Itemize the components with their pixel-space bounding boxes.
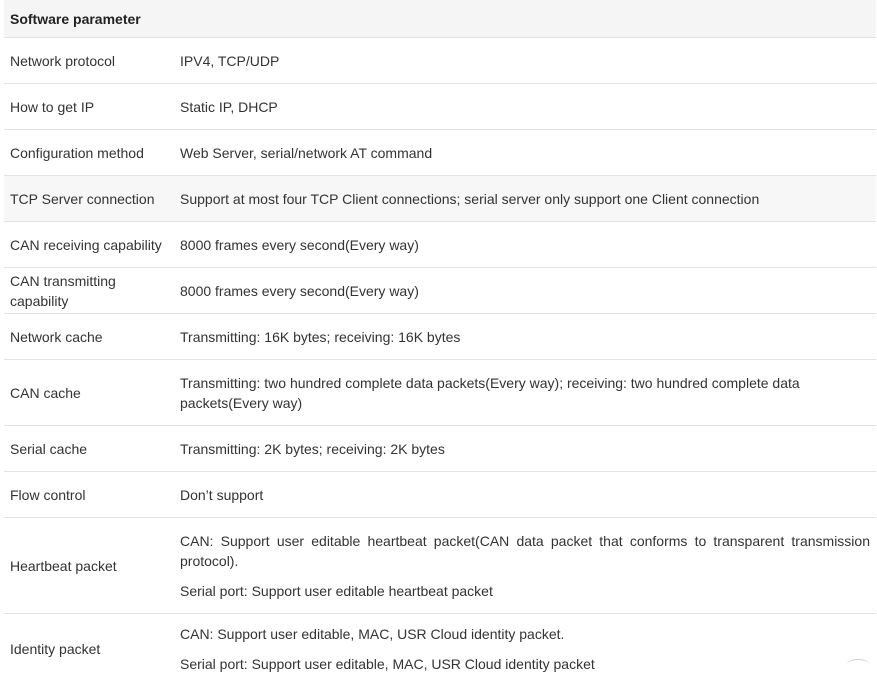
row-value: Support at most four TCP Client connecti… (174, 176, 876, 222)
row-value: IPV4, TCP/UDP (174, 38, 876, 84)
row-value: Transmitting: 16K bytes; receiving: 16K … (174, 314, 876, 360)
row-value: Transmitting: 2K bytes; receiving: 2K by… (174, 426, 876, 472)
row-label: Network protocol (4, 38, 174, 84)
row-label: How to get IP (4, 84, 174, 130)
table-row: Network cache Transmitting: 16K bytes; r… (4, 314, 876, 360)
table-row: TCP Server connection Support at most fo… (4, 176, 876, 222)
row-label: CAN cache (4, 360, 174, 426)
row-value: Don’t support (174, 472, 876, 518)
row-label: Flow control (4, 472, 174, 518)
row-label: CAN transmitting capability (4, 268, 174, 314)
row-label: Identity packet (4, 614, 174, 684)
row-label: Network cache (4, 314, 174, 360)
table-row: Identity packet CAN: Support user editab… (4, 614, 876, 684)
row-label: Configuration method (4, 130, 174, 176)
row-value: Transmitting: two hundred complete data … (174, 360, 876, 426)
table-row: CAN cache Transmitting: two hundred comp… (4, 360, 876, 426)
table-row: Network protocol IPV4, TCP/UDP (4, 38, 876, 84)
row-label: Heartbeat packet (4, 518, 174, 614)
table-row: Configuration method Web Server, serial/… (4, 130, 876, 176)
row-label: TCP Server connection (4, 176, 174, 222)
table-row: CAN transmitting capability 8000 frames … (4, 268, 876, 314)
software-parameter-table: Software parameter Network protocol IPV4… (4, 0, 876, 684)
table-header-row: Software parameter (4, 0, 876, 38)
row-label: CAN receiving capability (4, 222, 174, 268)
table-header: Software parameter (4, 0, 876, 38)
row-value: 8000 frames every second(Every way) (174, 268, 876, 314)
row-value: 8000 frames every second(Every way) (174, 222, 876, 268)
table-row: How to get IP Static IP, DHCP (4, 84, 876, 130)
row-value: CAN: Support user editable heartbeat pac… (174, 518, 876, 614)
row-value: CAN: Support user editable, MAC, USR Clo… (174, 614, 876, 684)
table-row: Heartbeat packet CAN: Support user edita… (4, 518, 876, 614)
row-value: Web Server, serial/network AT command (174, 130, 876, 176)
row-value: Static IP, DHCP (174, 84, 876, 130)
table-row: CAN receiving capability 8000 frames eve… (4, 222, 876, 268)
row-label: Serial cache (4, 426, 174, 472)
scroll-to-top-icon (847, 659, 869, 670)
table-row: Flow control Don’t support (4, 472, 876, 518)
table-row: Serial cache Transmitting: 2K bytes; rec… (4, 426, 876, 472)
